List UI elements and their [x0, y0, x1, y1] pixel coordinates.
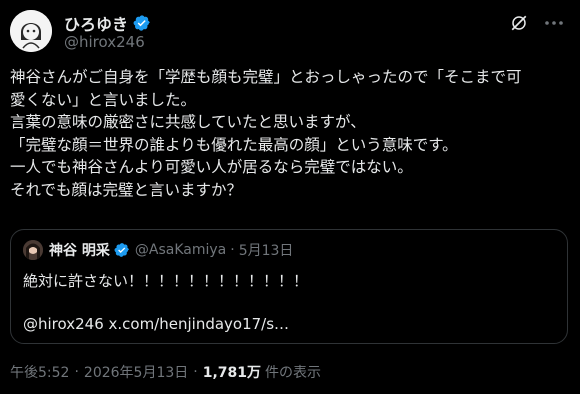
author-display-name[interactable]: ひろゆき	[64, 11, 128, 35]
views-count: 1,781万	[202, 365, 262, 381]
views-label: 件の表示	[265, 365, 322, 381]
grok-icon[interactable]	[510, 14, 528, 32]
author-avatar[interactable]	[10, 10, 52, 52]
verified-badge-icon	[133, 14, 151, 32]
quote-verified-badge-icon	[114, 242, 130, 258]
meta-separator-2: ·	[193, 364, 198, 380]
quote-date: 5月13日	[238, 243, 294, 259]
quote-author-handle: @AsaKamiya	[134, 242, 227, 258]
quote-separator: ·	[230, 242, 235, 258]
quote-author-name: 神谷 明采	[49, 243, 110, 259]
quote-tweet-card[interactable]: 神谷 明采 @AsaKamiya · 5月13日 絶対に許さない！！！！！！！！…	[10, 229, 568, 344]
author-name-row: ひろゆき	[64, 11, 151, 35]
quote-link-text: @hirox246 x.com/henjindayo17/s…	[23, 315, 290, 333]
tweet-header: ひろゆき @hirox246	[10, 6, 570, 56]
tweet-date[interactable]: 2026年5月13日	[84, 362, 188, 382]
tweet-meta: 午後5:52 · 2026年5月13日 · 1,781万 件の表示	[10, 362, 321, 382]
author-handle[interactable]: @hirox246	[64, 33, 145, 51]
meta-separator: ·	[74, 364, 79, 380]
quote-header: 神谷 明采 @AsaKamiya · 5月13日	[23, 240, 293, 260]
tweet-text: 神谷さんがご自身を「学歴も顔も完璧」とおっしゃったので「そこまで可 愛くない」と…	[10, 68, 522, 199]
quote-author-avatar	[23, 240, 43, 260]
tweet-time[interactable]: 午後5:52	[10, 362, 69, 382]
more-icon[interactable]	[544, 14, 564, 32]
quote-text: 絶対に許さない！！！！！！！！！！！！	[23, 272, 309, 290]
